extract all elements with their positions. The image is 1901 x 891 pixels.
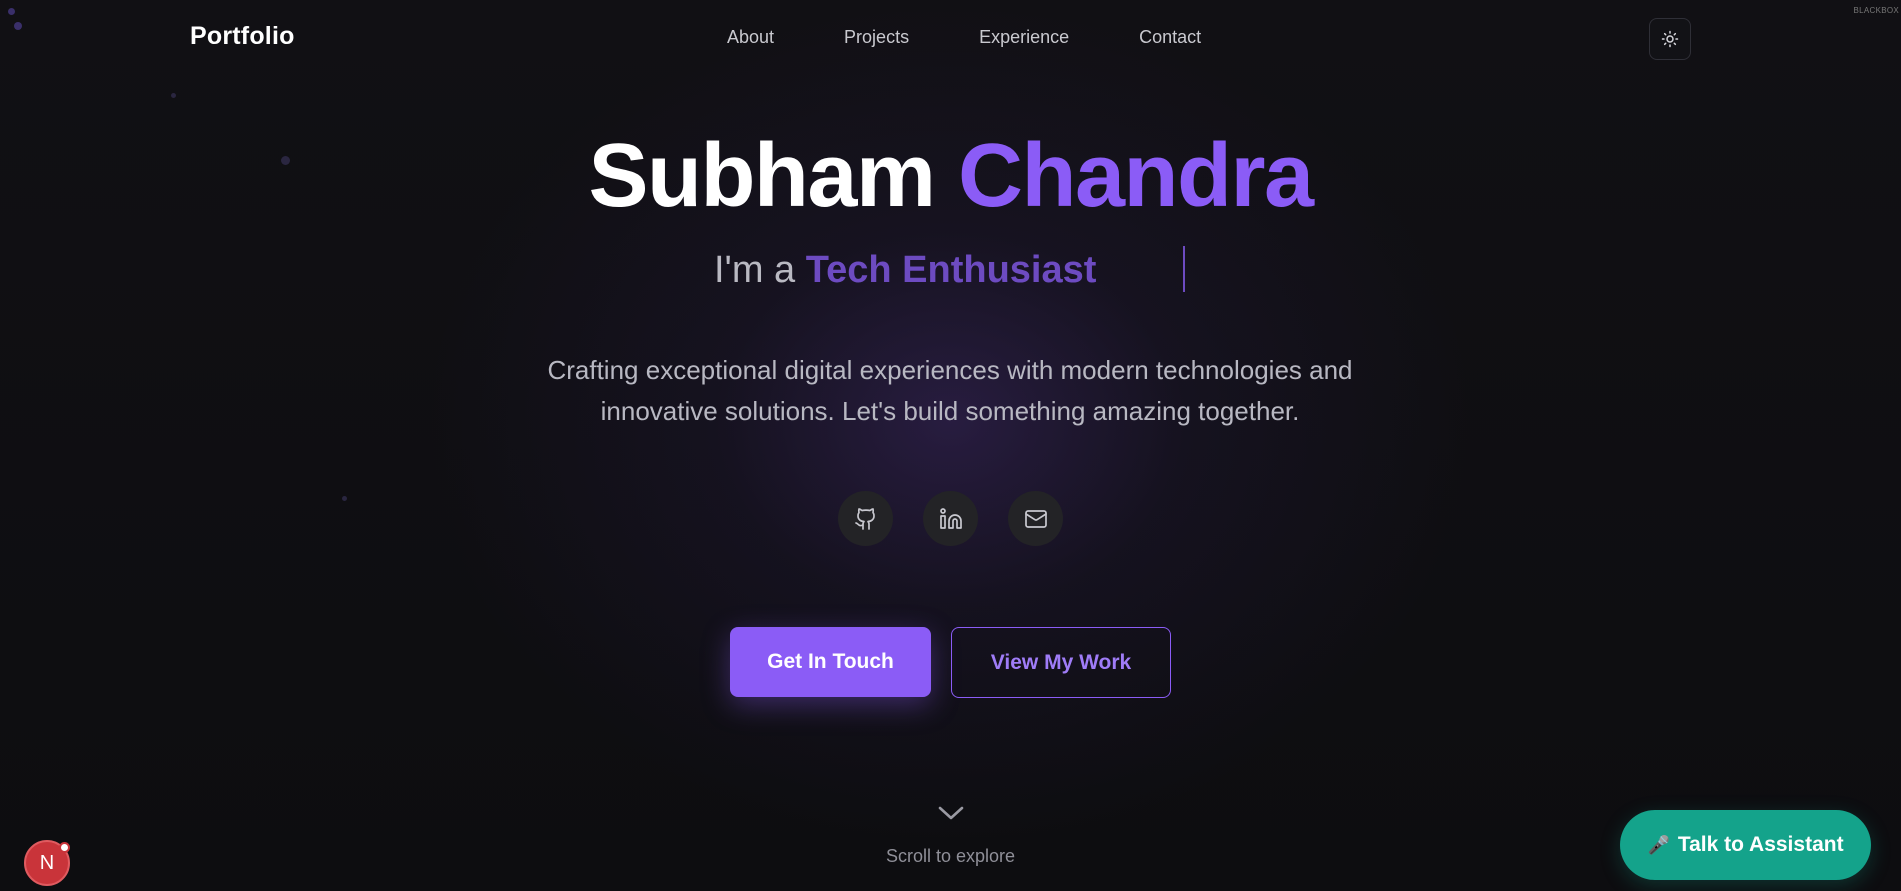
typing-cursor	[1183, 246, 1185, 292]
tagline-prefix: I'm a	[714, 249, 796, 291]
background-particle	[342, 496, 347, 501]
tagline-role: Tech Enthusiast	[805, 249, 1097, 291]
social-links	[838, 491, 1063, 546]
description-line-2: innovative solutions. Let's build someth…	[600, 396, 1300, 426]
scroll-hint: Scroll to explore	[885, 846, 1016, 866]
nav-links: About Projects Experience Contact	[727, 27, 1201, 48]
nav-link-contact[interactable]: Contact	[1139, 27, 1201, 48]
assistant-label: Talk to Assistant	[1677, 833, 1844, 856]
view-my-work-button[interactable]: View My Work	[951, 627, 1171, 698]
portfolio-page: Portfolio About Projects Experience Cont…	[0, 0, 1901, 891]
get-in-touch-button[interactable]: Get In Touch	[730, 627, 931, 697]
talk-to-assistant-button[interactable]: 🎤 Talk to Assistant	[1620, 810, 1871, 880]
linkedin-icon	[939, 507, 962, 529]
mail-icon	[1024, 509, 1047, 528]
github-link[interactable]	[838, 491, 893, 546]
nav-link-projects[interactable]: Projects	[844, 27, 909, 48]
top-navigation: Portfolio About Projects Experience Cont…	[0, 0, 1901, 76]
description-line-1: Crafting exceptional digital experiences…	[547, 355, 1353, 385]
chevron-down-icon	[938, 806, 964, 820]
background-particle	[171, 93, 176, 98]
scroll-down-button[interactable]	[937, 804, 965, 827]
sun-icon	[1661, 30, 1679, 48]
hero-name: Subham Chandra	[0, 126, 1901, 226]
hero-tagline: I'm a Tech Enthusiast	[714, 244, 1096, 296]
github-icon	[854, 507, 875, 530]
nav-link-experience[interactable]: Experience	[979, 27, 1069, 48]
theme-toggle-button[interactable]	[1649, 18, 1691, 60]
hero-first-name: Subham	[588, 126, 936, 226]
dev-tools-indicator	[59, 842, 70, 853]
hero-description: Crafting exceptional digital experiences…	[450, 350, 1450, 432]
microphone-icon: 🎤	[1647, 834, 1670, 855]
hero-last-name: Chandra	[958, 126, 1314, 226]
email-link[interactable]	[1008, 491, 1063, 546]
site-logo[interactable]: Portfolio	[190, 22, 295, 51]
nav-link-about[interactable]: About	[727, 27, 774, 48]
corner-badge[interactable]: BLACKBOX	[1853, 6, 1899, 15]
linkedin-link[interactable]	[923, 491, 978, 546]
